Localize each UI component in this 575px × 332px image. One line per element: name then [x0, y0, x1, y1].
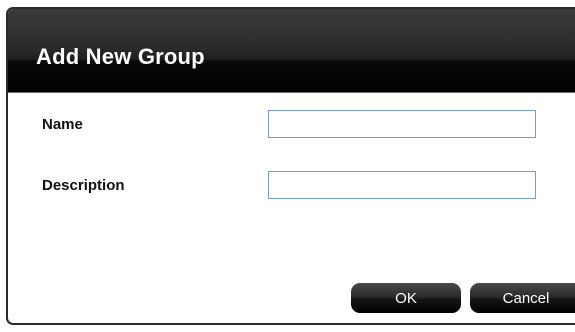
description-input[interactable]: [268, 171, 536, 199]
name-input[interactable]: [268, 110, 536, 138]
dialog-title: Add New Group: [36, 44, 205, 69]
cancel-button[interactable]: Cancel: [470, 283, 575, 313]
dialog-title-bar: Add New Group: [8, 9, 575, 93]
description-label: Description: [42, 177, 125, 194]
add-group-dialog: Add New Group Name Description OK Cancel: [6, 7, 575, 325]
name-label: Name: [42, 116, 83, 133]
ok-button[interactable]: OK: [351, 283, 461, 313]
